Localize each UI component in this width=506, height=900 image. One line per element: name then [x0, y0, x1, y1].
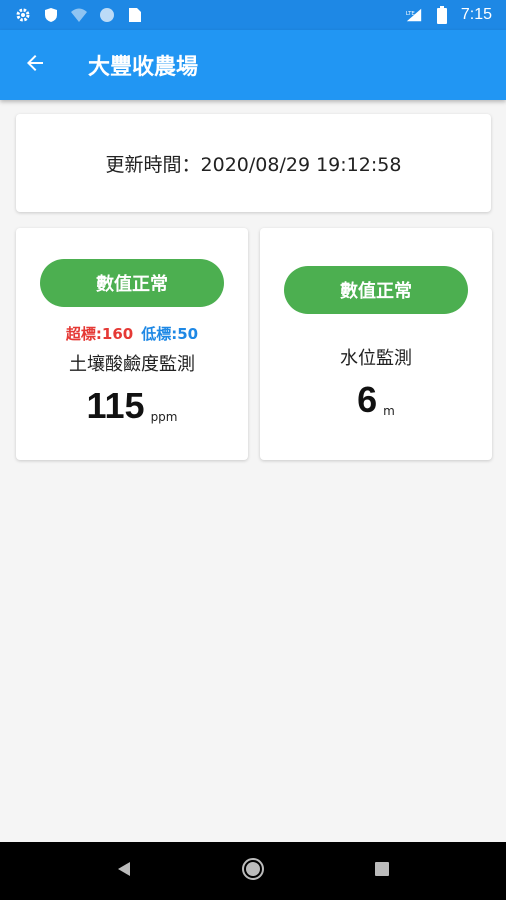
recents-square-icon [374, 861, 390, 881]
status-left-icons [14, 6, 144, 24]
low-threshold: 低標:50 [141, 325, 199, 343]
arrow-left-icon [23, 51, 47, 79]
reading-value: 6 [357, 379, 378, 420]
sim-card-icon [126, 6, 144, 24]
sensor-name: 水位監測 [340, 348, 412, 369]
update-time-card: 更新時間：2020/08/29 19:12:58 [16, 114, 491, 212]
thresholds: 超標:160 低標:50 [66, 323, 198, 344]
sensor-reading: 115 ppm [86, 386, 177, 426]
back-triangle-icon [115, 860, 133, 882]
shield-icon [42, 6, 60, 24]
circle-icon [98, 6, 116, 24]
reading-unit: ppm [150, 410, 178, 424]
back-button[interactable] [0, 30, 70, 100]
battery-icon [433, 6, 451, 24]
nav-back-button[interactable] [104, 851, 144, 891]
home-circle-icon [241, 857, 265, 885]
sensor-card-soil-ph[interactable]: 數值正常 超標:160 低標:50 土壤酸鹼度監測 115 ppm [16, 228, 248, 460]
svg-text:LTE: LTE [406, 11, 416, 17]
status-badge[interactable]: 數值正常 [284, 266, 468, 314]
update-time-label: 更新時間：2020/08/29 19:12:58 [105, 153, 402, 176]
gear-icon [14, 6, 32, 24]
status-right-icons: LTE 7:15 [405, 6, 492, 24]
system-nav-bar [0, 842, 506, 900]
status-time: 7:15 [460, 6, 492, 23]
signal-icon: LTE [405, 6, 423, 24]
nav-home-button[interactable] [233, 851, 273, 891]
high-threshold: 超標:160 [65, 325, 134, 343]
status-badge[interactable]: 數值正常 [40, 259, 224, 307]
wifi-icon [70, 6, 88, 24]
status-bar: LTE 7:15 [0, 0, 506, 30]
reading-unit: m [383, 404, 395, 418]
page-title: 大豐收農場 [88, 55, 199, 80]
sensor-card-water-level[interactable]: 數值正常 水位監測 6 m [260, 228, 492, 460]
reading-value: 115 [86, 385, 145, 426]
sensor-name: 土壤酸鹼度監測 [69, 354, 195, 375]
app-bar: 大豐收農場 [0, 30, 506, 100]
sensor-reading: 6 m [357, 380, 395, 420]
nav-recents-button[interactable] [362, 851, 402, 891]
